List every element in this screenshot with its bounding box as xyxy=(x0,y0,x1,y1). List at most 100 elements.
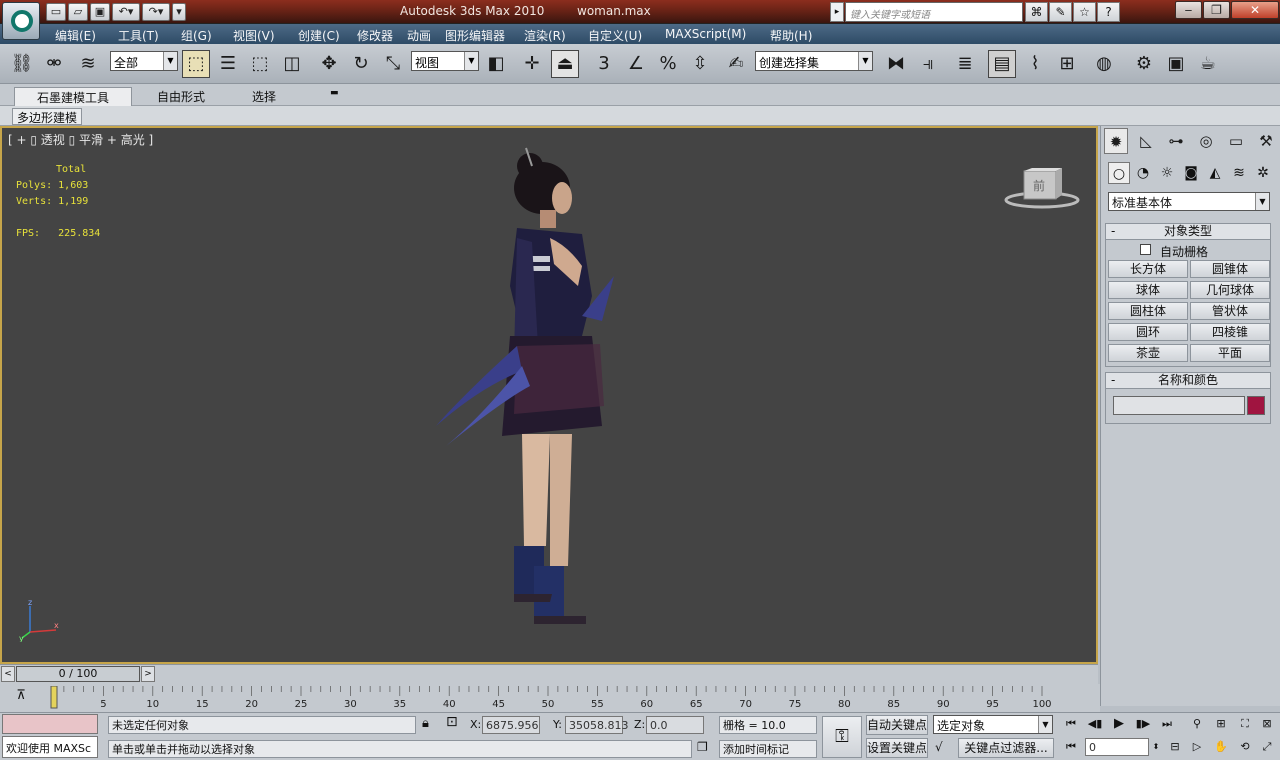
rendered-frame-window-icon[interactable]: ▣ xyxy=(1162,50,1190,78)
percent-snap-icon[interactable]: % xyxy=(654,50,682,78)
tube-button[interactable]: 管状体 xyxy=(1190,302,1270,320)
named-selection-dropdown[interactable]: 创建选择集 ▼ xyxy=(755,51,873,71)
shapes-icon[interactable]: ◔ xyxy=(1132,162,1154,184)
rectangular-selection-icon[interactable]: ⬚ xyxy=(246,50,274,78)
x-coordinate-field[interactable]: 6875.956 xyxy=(482,716,540,734)
select-by-name-icon[interactable]: ☰ xyxy=(214,50,242,78)
menu-tools[interactable]: 工具(T) xyxy=(118,27,159,44)
open-icon[interactable]: ▱ xyxy=(68,3,88,21)
object-type-header[interactable]: - 对象类型 xyxy=(1106,224,1270,240)
redo-icon[interactable]: ↷▾ xyxy=(142,3,170,21)
select-and-rotate-icon[interactable]: ↻ xyxy=(347,50,375,78)
default-tangent-icon[interactable]: √ xyxy=(935,740,957,758)
select-and-scale-icon[interactable]: ⤡ xyxy=(379,50,407,78)
tab-graphite-modeling[interactable]: 石墨建模工具 xyxy=(14,87,132,106)
object-name-input[interactable] xyxy=(1113,396,1245,415)
selection-lock-icon[interactable]: 🔒︎ xyxy=(422,716,438,734)
play-icon[interactable]: ▶ xyxy=(1108,714,1130,734)
pivot-center-icon[interactable]: ◧ xyxy=(482,50,510,78)
absolute-mode-transform-icon[interactable]: ⊡ xyxy=(446,714,464,734)
select-manipulate-icon[interactable]: ✛ xyxy=(518,50,546,78)
maxscript-listener-mini[interactable] xyxy=(2,714,98,734)
plane-button[interactable]: 平面 xyxy=(1190,344,1270,362)
object-color-swatch[interactable] xyxy=(1247,396,1265,415)
menu-help[interactable]: 帮助(H) xyxy=(770,27,812,44)
angle-snap-icon[interactable]: ∠ xyxy=(622,50,650,78)
time-slider-thumb[interactable]: 0 / 100 xyxy=(16,666,140,682)
pan-hand-icon[interactable]: ✋ xyxy=(1210,737,1232,757)
cylinder-button[interactable]: 圆柱体 xyxy=(1108,302,1188,320)
menu-group[interactable]: 组(G) xyxy=(181,27,212,44)
teapot-button[interactable]: 茶壶 xyxy=(1108,344,1188,362)
layer-manager-icon[interactable]: ≣ xyxy=(951,50,979,78)
search-expand-icon[interactable]: ▸ xyxy=(830,2,844,22)
undo-icon[interactable]: ↶▾ xyxy=(112,3,140,21)
viewcube-icon[interactable]: 前 xyxy=(1002,168,1082,214)
edit-named-selection-icon[interactable]: ✍ xyxy=(722,50,750,78)
geosphere-button[interactable]: 几何球体 xyxy=(1190,281,1270,299)
modify-tab-icon[interactable]: ◺ xyxy=(1134,128,1158,154)
helpers-icon[interactable]: ◭ xyxy=(1204,162,1226,184)
hierarchy-tab-icon[interactable]: ⊶ xyxy=(1164,128,1188,154)
material-editor-icon[interactable]: ◍ xyxy=(1090,50,1118,78)
graphite-toggle-icon[interactable]: ▤ xyxy=(988,50,1016,78)
curve-editor-icon[interactable]: ⌇ xyxy=(1021,50,1049,78)
minimize-icon[interactable]: ‒ xyxy=(1175,1,1202,19)
object-category-dropdown[interactable]: 标准基本体 ▼ xyxy=(1108,192,1270,211)
communication-icon[interactable]: ✎ xyxy=(1049,2,1072,22)
go-to-end-icon[interactable]: ⏭ xyxy=(1156,714,1178,734)
menu-modifiers[interactable]: 修改器 xyxy=(357,27,393,44)
menu-views[interactable]: 视图(V) xyxy=(233,27,275,44)
key-filters-button[interactable]: 关键点过滤器... xyxy=(958,738,1054,758)
time-tag-icon[interactable]: ❐ xyxy=(697,740,715,758)
set-key-button[interactable]: 设置关键点 xyxy=(866,738,928,758)
new-icon[interactable]: ▭ xyxy=(46,3,66,21)
customize-icon[interactable]: ▾ xyxy=(172,3,186,21)
selection-filter-dropdown[interactable]: 全部 ▼ xyxy=(110,51,178,71)
z-coordinate-field[interactable]: 0.0 xyxy=(646,716,704,734)
zoom-all-icon[interactable]: ⊞ xyxy=(1210,714,1232,734)
zoom-extents-all-icon[interactable]: ⊠ xyxy=(1256,714,1278,734)
current-frame-input[interactable]: 0 xyxy=(1085,738,1149,756)
close-icon[interactable]: ✕ xyxy=(1231,1,1279,19)
motion-tab-icon[interactable]: ◎ xyxy=(1194,128,1218,154)
previous-frame-arrow-icon[interactable]: < xyxy=(1,666,15,682)
select-object-icon[interactable]: ⬚ xyxy=(182,50,210,78)
utilities-tab-icon[interactable]: ⚒ xyxy=(1254,128,1278,154)
schematic-view-icon[interactable]: ⊞ xyxy=(1053,50,1081,78)
display-tab-icon[interactable]: ▭ xyxy=(1224,128,1248,154)
maximize-viewport-icon[interactable]: ⤢ xyxy=(1256,737,1278,757)
trackbar-ruler[interactable]: 0510152025303540455055606570758085909510… xyxy=(48,686,1052,710)
time-slider-track[interactable] xyxy=(0,664,1098,684)
orbit-icon[interactable]: ⟲ xyxy=(1234,737,1256,757)
select-and-link-icon[interactable]: ⛓ xyxy=(8,50,36,78)
polygon-modeling-panel[interactable]: 多边形建模 xyxy=(12,108,83,125)
application-button[interactable] xyxy=(2,2,40,40)
menu-graph-editors[interactable]: 图形编辑器 xyxy=(445,27,505,44)
render-teapot-icon[interactable]: ☕ xyxy=(1194,50,1222,78)
cone-button[interactable]: 圆锥体 xyxy=(1190,260,1270,278)
key-mode-toggle-icon[interactable]: ⏮ xyxy=(1060,737,1082,757)
sphere-button[interactable]: 球体 xyxy=(1108,281,1188,299)
menu-maxscript[interactable]: MAXScript(M) xyxy=(665,27,746,41)
viewport-label[interactable]: [ + ▯ 透视 ▯ 平滑 + 高光 ] xyxy=(8,131,153,148)
menu-customize[interactable]: 自定义(U) xyxy=(588,27,642,44)
reference-coordinate-dropdown[interactable]: 视图 ▼ xyxy=(411,51,479,71)
align-icon[interactable]: ⫣ xyxy=(914,50,942,78)
lights-icon[interactable]: ☼ xyxy=(1156,162,1178,184)
geometry-icon[interactable]: ○ xyxy=(1108,162,1130,184)
menu-rendering[interactable]: 渲染(R) xyxy=(524,27,566,44)
bind-space-warp-icon[interactable]: ≋ xyxy=(74,50,102,78)
name-color-header[interactable]: - 名称和颜色 xyxy=(1106,373,1270,389)
search-input[interactable]: 键入关键字或短语 xyxy=(845,2,1023,22)
mini-curve-editor-icon[interactable]: ⊼ xyxy=(10,688,32,708)
woman-character-model[interactable] xyxy=(422,146,632,626)
help-icon[interactable]: ? xyxy=(1097,2,1120,22)
zoom-extents-icon[interactable]: ⛶ xyxy=(1234,714,1256,734)
systems-icon[interactable]: ✲ xyxy=(1252,162,1274,184)
menu-create[interactable]: 创建(C) xyxy=(298,27,340,44)
save-icon[interactable]: ▣ xyxy=(90,3,110,21)
keyboard-shortcut-override-icon[interactable]: ⏏ xyxy=(551,50,579,78)
spinner-snap-icon[interactable]: ⇳ xyxy=(686,50,714,78)
create-tab-icon[interactable]: ✹ xyxy=(1104,128,1128,154)
